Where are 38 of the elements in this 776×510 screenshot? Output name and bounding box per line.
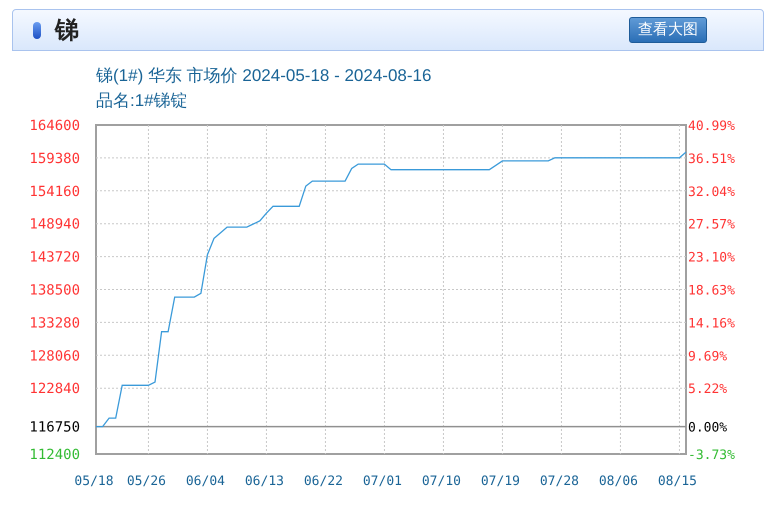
y-axis-label: 143720 [29, 250, 80, 266]
x-axis-label: 07/10 [422, 474, 462, 489]
product-name: 品名:1#锑锭 [96, 90, 189, 112]
x-axis-label: 06/22 [304, 474, 344, 489]
percent-axis-label: 36.51% [688, 152, 735, 167]
percent-axis-label: 27.57% [688, 218, 735, 233]
y-axis-label: 159380 [29, 150, 80, 167]
percent-axis-label: 5.22% [688, 382, 728, 398]
x-axis-label: 07/19 [480, 474, 520, 489]
percent-axis-label: 18.63% [688, 284, 735, 298]
y-axis-label: 138500 [29, 282, 80, 298]
page-title: 锑 [55, 14, 79, 46]
percent-axis-label: 0.00% [688, 420, 728, 436]
y-axis-label: 122840 [29, 381, 80, 398]
x-axis-label: 05/18 [74, 474, 114, 489]
x-axis-label: 08/15 [658, 474, 698, 489]
percent-axis-label: 9.69% [688, 349, 728, 364]
y-axis-label: 116750 [29, 420, 80, 436]
x-axis-label: 06/13 [244, 474, 284, 489]
y-axis-label: 148940 [29, 216, 80, 233]
x-axis-label: 05/26 [126, 474, 166, 489]
x-axis-label: 07/28 [540, 474, 580, 489]
percent-axis-label: -3.73% [688, 448, 735, 463]
x-axis-label: 08/06 [598, 474, 638, 489]
y-axis-label: 112400 [29, 447, 80, 463]
view-large-button[interactable]: 查看大图 [629, 17, 707, 43]
percent-axis-label: 23.10% [688, 250, 735, 266]
y-axis-label: 128060 [29, 348, 80, 364]
pill-icon [33, 22, 41, 38]
percent-axis-label: 32.04% [688, 184, 735, 200]
chart-subtitle: 锑(1#) 华东 市场价 2024-05-18 - 2024-08-16 [96, 65, 432, 87]
y-axis-label: 133280 [29, 315, 80, 332]
y-axis-label: 164600 [29, 118, 80, 134]
y-axis-label: 154160 [29, 184, 80, 200]
percent-axis-label: 14.16% [688, 316, 735, 332]
x-axis-label: 07/01 [362, 474, 402, 489]
percent-axis-label: 40.99% [688, 119, 735, 134]
x-axis-label: 06/04 [186, 474, 226, 489]
